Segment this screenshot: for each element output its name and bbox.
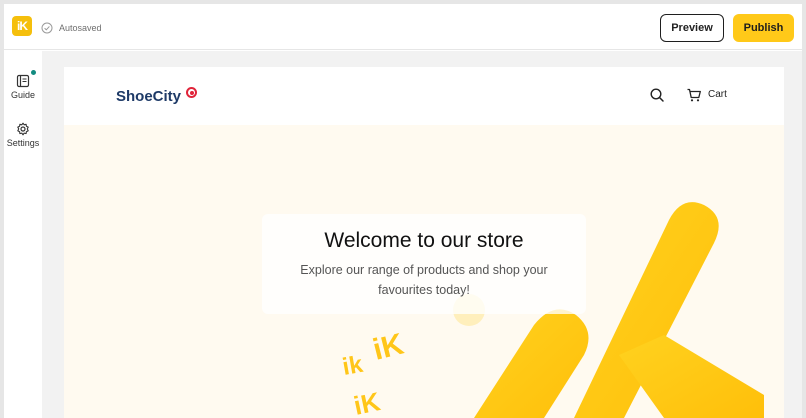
page-preview: ShoeCity Cart ik iK iK Welcome to our st…	[64, 67, 784, 418]
hero-title: Welcome to our store	[324, 229, 524, 252]
left-rail: Guide Settings	[4, 51, 42, 418]
store-header: ShoeCity Cart	[64, 67, 784, 125]
svg-text:iK: iK	[351, 386, 383, 418]
top-bar: iK Autosaved Preview Publish	[4, 4, 802, 50]
app-frame: iK Autosaved Preview Publish Guide Setti…	[4, 4, 802, 418]
search-icon[interactable]	[649, 87, 665, 103]
cart-icon[interactable]	[686, 87, 702, 103]
hero-subtitle: Explore our range of products and shop y…	[300, 263, 548, 297]
logo-mark	[186, 87, 197, 98]
editor-canvas: ShoeCity Cart ik iK iK Welcome to our st…	[42, 51, 802, 418]
publish-button[interactable]: Publish	[733, 14, 794, 42]
cart-link[interactable]: Cart	[708, 89, 727, 101]
rail-item-label: Settings	[6, 138, 40, 148]
book-icon	[16, 74, 30, 88]
check-circle-icon	[41, 22, 53, 34]
autosave-status: Autosaved	[59, 23, 102, 33]
svg-text:iK: iK	[370, 327, 407, 366]
preview-button[interactable]: Preview	[660, 14, 724, 42]
app-logo[interactable]: iK	[12, 16, 32, 36]
svg-text:ik: ik	[340, 351, 365, 381]
gear-icon	[17, 122, 29, 136]
rail-item-label: Guide	[10, 90, 36, 100]
welcome-card: Welcome to our store Explore our range o…	[262, 214, 586, 314]
rail-item-guide[interactable]: Guide	[4, 74, 42, 101]
store-logo[interactable]: ShoeCity	[116, 88, 181, 105]
rail-item-settings[interactable]: Settings	[4, 122, 42, 149]
notification-dot	[31, 70, 36, 75]
hero-banner: ik iK iK Welcome to our store Explore ou…	[64, 125, 784, 418]
